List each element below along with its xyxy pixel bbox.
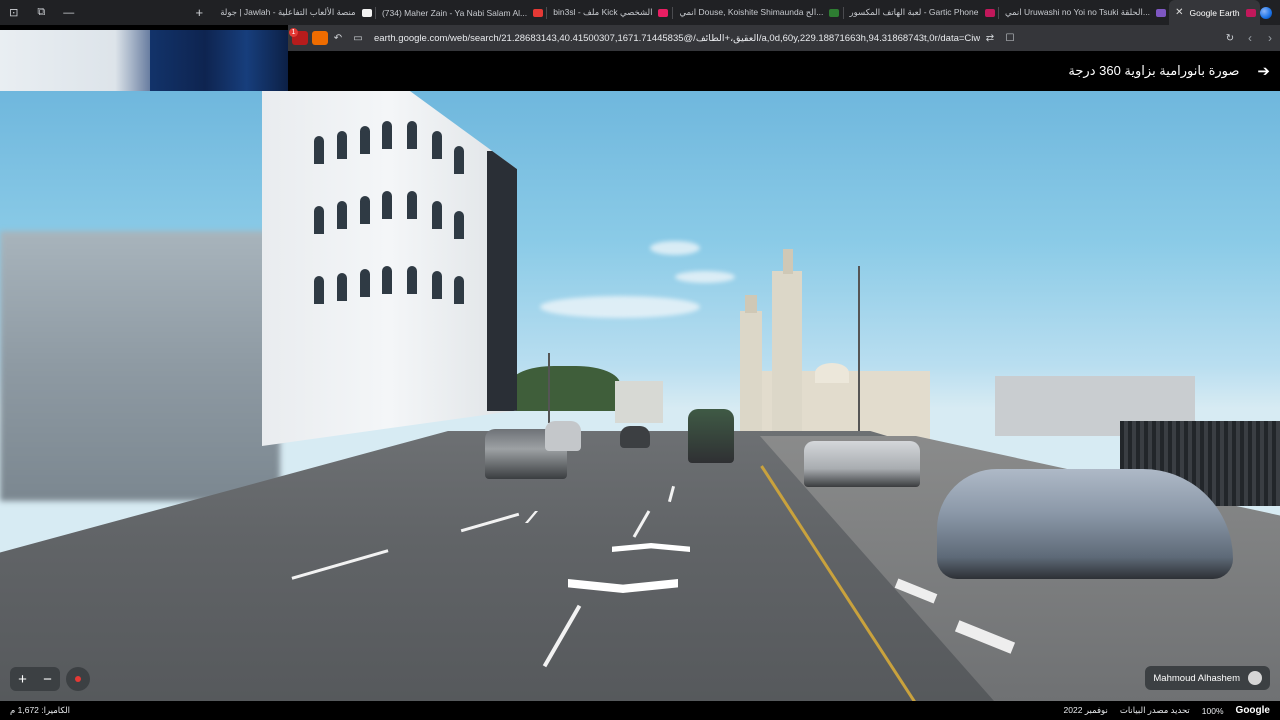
tab-anime-uruwashi[interactable]: انمي Uruwashi no Yoi no Tsuki الحلقة... xyxy=(999,0,1169,25)
minaret-top xyxy=(783,249,793,274)
window xyxy=(382,121,392,149)
window-menu-icon[interactable]: ⊡ xyxy=(0,0,28,25)
window xyxy=(382,266,392,294)
gartic-favicon-icon xyxy=(984,8,995,17)
tab-title: bin3sl - ملف Kick الشخصي xyxy=(553,7,653,17)
zoom-controls: + − xyxy=(10,667,60,691)
tab-strip: ⊡ ⧉ — + جولة | Jawlah - منصة الألعاب الت… xyxy=(0,0,1280,25)
status-bar: الكاميرا: 1,672 م نوفمبر 2022 تحديد مصدر… xyxy=(0,701,1280,720)
new-tab-button[interactable]: + xyxy=(191,5,209,20)
window xyxy=(432,201,442,229)
imagery-date: نوفمبر 2022 xyxy=(1063,705,1108,715)
tab-google-earth[interactable]: ✕ Google Earth xyxy=(1169,0,1261,25)
street-lamp xyxy=(548,353,550,423)
window xyxy=(454,276,464,304)
window xyxy=(337,273,347,301)
author-name: Mahmoud Alhashem xyxy=(1153,672,1240,684)
window xyxy=(432,271,442,299)
reload-icon[interactable]: ↻ xyxy=(1220,33,1240,44)
tab-title: انمي Uruwashi no Yoi no Tsuki الحلقة... xyxy=(1004,7,1150,17)
jawlah-favicon-icon xyxy=(361,8,372,17)
author-avatar xyxy=(1248,671,1262,685)
window xyxy=(432,131,442,159)
tab-title: انمي Douse, Koishite Shimaunda الح... xyxy=(679,7,824,17)
translate-icon[interactable]: ⇄ xyxy=(980,33,1000,44)
extension-icon[interactable]: 1 xyxy=(289,28,308,45)
car xyxy=(804,441,920,487)
bookmark-favicon-icon xyxy=(1245,8,1256,17)
tab-anime-douse[interactable]: انمي Douse, Koishite Shimaunda الح... xyxy=(673,0,842,25)
window xyxy=(314,136,324,164)
youtube-favicon-icon xyxy=(533,8,544,17)
tab-title: لعبة الهاتف المكسور - Gartic Phone xyxy=(849,7,979,17)
minimize-icon[interactable]: — xyxy=(55,0,83,25)
exit-panorama-arrow-icon[interactable]: ➔ xyxy=(1257,62,1270,80)
tab-gartic-phone[interactable]: لعبة الهاتف المكسور - Gartic Phone xyxy=(844,0,998,25)
window xyxy=(337,201,347,229)
distant-building xyxy=(615,381,663,423)
address-bar: 1 ↶ ▭ earth.google.com/web/search/21.286… xyxy=(288,25,1280,51)
cloud xyxy=(675,271,735,283)
site-info-icon[interactable]: ▭ xyxy=(348,33,368,44)
window xyxy=(407,191,417,219)
photo-author-chip[interactable]: Mahmoud Alhashem xyxy=(1145,666,1270,690)
cloud xyxy=(540,296,700,318)
data-attribution-link[interactable]: تحديد مصدر البيانات xyxy=(1120,705,1190,716)
street-view-panorama[interactable] xyxy=(0,91,1280,701)
tab-kick[interactable]: bin3sl - ملف Kick الشخصي xyxy=(547,0,672,25)
window xyxy=(360,269,370,297)
back-icon[interactable]: ‹ xyxy=(1240,31,1260,45)
brave-shield-icon[interactable] xyxy=(312,31,328,45)
window xyxy=(407,121,417,149)
parked-car xyxy=(937,469,1233,579)
anime-favicon-icon xyxy=(829,8,840,17)
minaret-top xyxy=(745,295,757,313)
tab-jawlah[interactable]: جولة | Jawlah - منصة الألعاب التفاعلية xyxy=(214,0,375,25)
window xyxy=(382,191,392,219)
bookmark-icon[interactable]: ☐ xyxy=(1000,33,1020,44)
mosque-dome xyxy=(815,363,849,383)
tab-title: جولة | Jawlah - منصة الألعاب التفاعلية xyxy=(220,7,356,17)
window xyxy=(337,131,347,159)
building-shadow xyxy=(487,151,517,411)
blurred-building xyxy=(0,231,280,501)
truck xyxy=(688,409,734,463)
window xyxy=(360,196,370,224)
kick-favicon-icon xyxy=(658,8,669,17)
url-field[interactable]: earth.google.com/web/search/21.28683143,… xyxy=(368,33,980,44)
panorama-title: صورة بانورامية بزاوية 360 درجة xyxy=(1068,63,1240,78)
zoom-in-button[interactable]: + xyxy=(18,671,27,688)
compass-needle-icon xyxy=(75,676,81,682)
historic-palace-building xyxy=(262,91,517,446)
zoom-level: 100% xyxy=(1201,705,1224,716)
window xyxy=(360,126,370,154)
cloud xyxy=(650,241,700,255)
tab-title: (734) Maher Zain - Ya Nabi Salam Al... xyxy=(381,7,528,18)
car xyxy=(620,426,650,448)
window xyxy=(454,211,464,239)
street-lamp xyxy=(858,266,860,446)
close-tab-icon[interactable]: ✕ xyxy=(1175,7,1183,18)
tab-search-icon[interactable]: ⧉ xyxy=(28,0,56,25)
window xyxy=(314,206,324,234)
window xyxy=(454,146,464,174)
google-logo: Google xyxy=(1235,705,1270,716)
camera-altitude: الكاميرا: 1,672 م xyxy=(10,705,71,715)
trees xyxy=(510,366,620,411)
notification-badge: 1 xyxy=(289,28,298,37)
reader-mode-icon[interactable]: ↶ xyxy=(328,33,348,44)
panorama-header: صورة بانورامية بزاوية 360 درجة ➔ xyxy=(288,51,1280,91)
profile-avatar-icon[interactable] xyxy=(1260,6,1272,19)
window xyxy=(314,276,324,304)
mosque-minaret xyxy=(740,311,762,441)
tab-youtube[interactable]: (734) Maher Zain - Ya Nabi Salam Al... xyxy=(376,0,546,25)
compass-icon[interactable] xyxy=(66,667,90,691)
forward-icon[interactable]: › xyxy=(1260,31,1280,45)
anime-favicon-icon xyxy=(1155,8,1166,17)
tab-title: Google Earth xyxy=(1189,7,1240,18)
window xyxy=(407,266,417,294)
zoom-out-button[interactable]: − xyxy=(43,671,52,688)
car xyxy=(545,421,581,451)
mosque-minaret xyxy=(772,271,802,441)
